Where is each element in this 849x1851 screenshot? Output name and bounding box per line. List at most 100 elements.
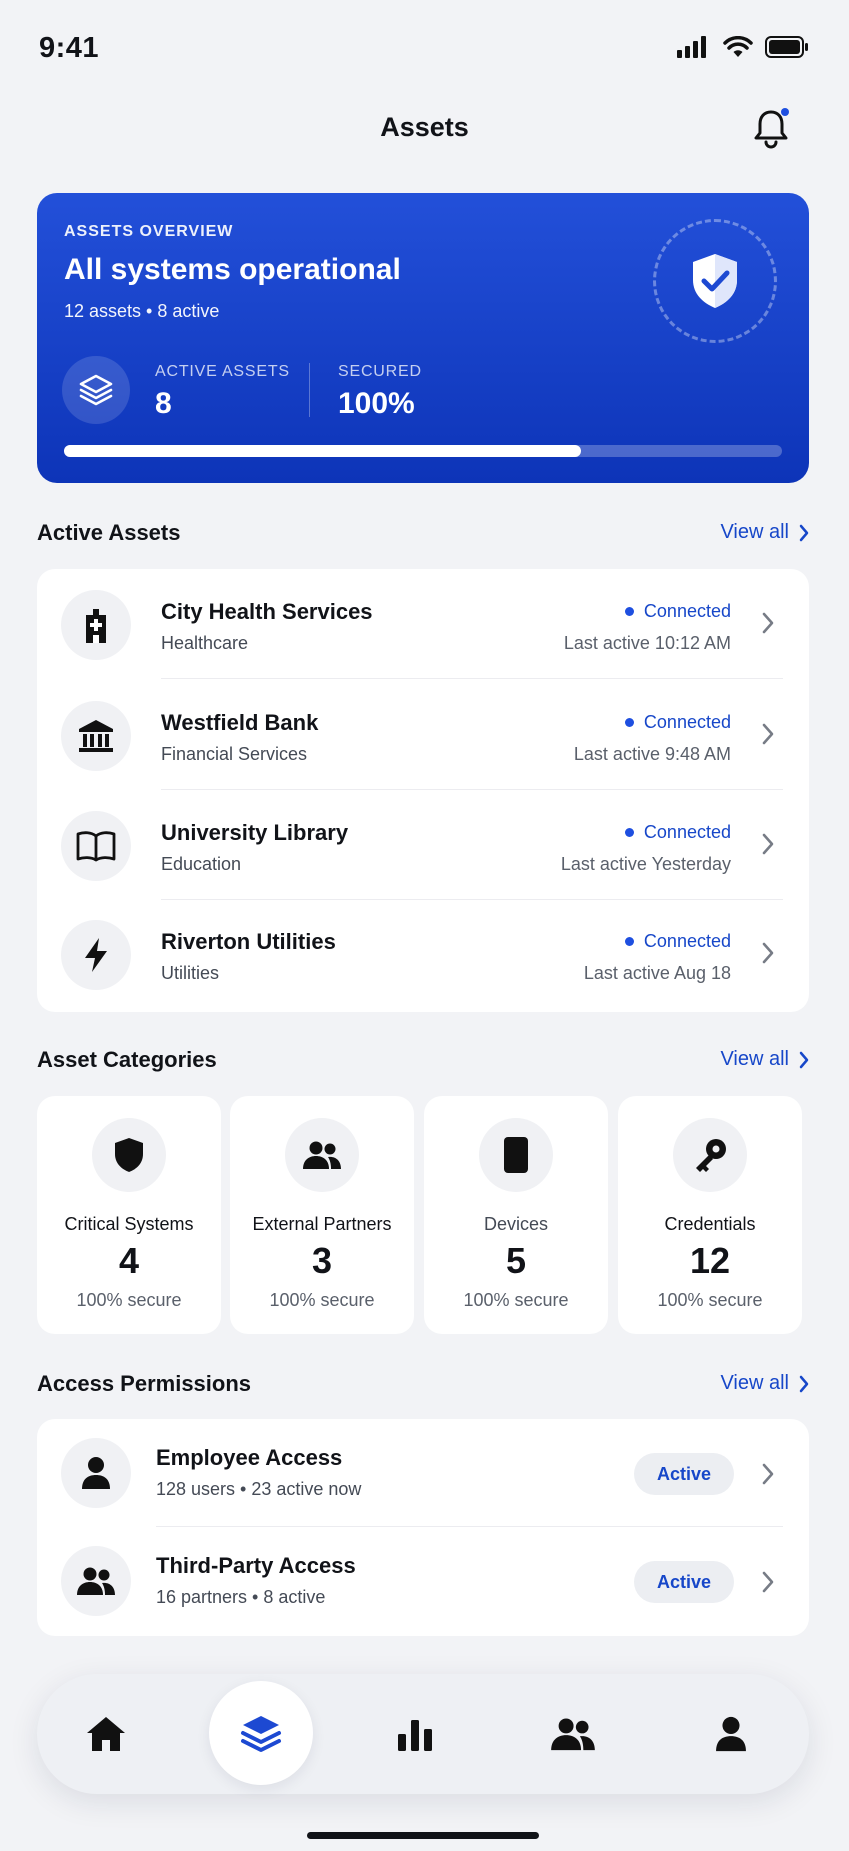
chevron-right-icon [762,723,774,745]
active-assets-title: Active Assets [37,520,181,545]
home-indicator [307,1832,539,1839]
asset-status-label: Connected [643,931,731,951]
tab-profile[interactable] [701,1704,761,1764]
category-card-critical-systems[interactable]: Critical Systems 4 100% secure [37,1096,221,1334]
chevron-right-icon [762,612,774,634]
battery-icon [765,36,808,58]
status-time: 9:41 [39,32,100,64]
category-icon-wrap [92,1118,166,1192]
active-assets-value: 8 [155,387,172,420]
hospital-icon [86,609,106,643]
asset-row-riverton-utilities[interactable]: Riverton Utilities Utilities Connected L… [37,899,809,1009]
assets-overview-card[interactable]: ASSETS OVERVIEW All systems operational … [37,193,809,483]
tab-home[interactable] [76,1704,136,1764]
tab-bar [37,1674,809,1794]
chevron-right-icon [762,1571,774,1593]
tab-analytics[interactable] [385,1704,445,1764]
permission-icon-wrap [61,1546,131,1616]
permission-name: Third-Party Access [156,1553,356,1578]
chevron-right-icon [799,1051,809,1068]
active-assets-list: City Health Services Healthcare Connecte… [37,569,809,1012]
layers-badge [62,356,130,424]
page-title: Assets [380,112,469,142]
asset-last-active: Last active Yesterday [560,854,731,874]
category-card-devices[interactable]: Devices 5 100% secure [424,1096,608,1334]
nav-header: Assets [0,100,849,156]
overview-title: All systems operational [64,253,401,286]
category-secure: 100% secure [269,1290,375,1310]
asset-status: Connected [624,931,731,952]
asset-name: City Health Services [161,599,373,624]
key-icon [696,1139,726,1172]
tab-assets[interactable] [209,1681,313,1785]
category-card-external-partners[interactable]: External Partners 3 100% secure [230,1096,414,1334]
asset-category: Financial Services [161,744,308,764]
view-all-label: View all [720,521,789,543]
book-icon [76,831,116,862]
chevron-right-icon [799,524,809,541]
wifi-icon [723,36,753,57]
category-name: Critical Systems [64,1214,194,1234]
active-assets-view-all[interactable]: View all [720,521,809,544]
tab-team[interactable] [543,1704,603,1764]
chevron-right-icon [799,1375,809,1392]
status-dot [624,828,634,837]
asset-last-active: Last active Aug 18 [583,963,731,983]
asset-category: Utilities [161,963,220,983]
status-icons [677,36,809,58]
layers-icon [79,374,113,406]
chevron-right-icon [762,942,774,964]
home-icon [87,1717,125,1751]
status-dot [624,718,634,727]
shield-check-icon [693,254,737,308]
notifications-button[interactable] [751,106,791,150]
asset-last-active: Last active 10:12 AM [563,633,731,653]
profile-icon [716,1716,746,1752]
signal-icon [677,36,706,58]
shield-icon [115,1138,143,1172]
group-icon [551,1718,595,1751]
bank-icon [79,720,113,752]
permission-sub: 16 partners • 8 active [156,1587,326,1607]
category-secure: 100% secure [76,1290,182,1310]
asset-status-label: Connected [643,712,731,732]
secured-value: 100% [338,387,415,420]
overview-eyebrow: ASSETS OVERVIEW [64,223,234,240]
asset-name: University Library [161,820,349,845]
overview-progress [64,445,782,457]
category-card-credentials[interactable]: Credentials 12 100% secure [618,1096,802,1334]
asset-category: Healthcare [161,633,249,653]
access-permissions-view-all[interactable]: View all [720,1372,809,1395]
notification-dot [781,108,789,116]
status-bar: 9:41 [0,0,849,100]
asset-name: Riverton Utilities [161,929,336,954]
status-badge: Active [634,1453,734,1495]
person-icon [82,1457,110,1489]
asset-category: Education [161,854,242,874]
permission-row-employee[interactable]: Employee Access 128 users • 23 active no… [37,1419,809,1527]
status-dot [624,937,634,946]
asset-status-label: Connected [643,601,731,621]
category-icon-wrap [285,1118,359,1192]
asset-row-westfield-bank[interactable]: Westfield Bank Financial Services Connec… [37,680,809,790]
asset-categories-view-all[interactable]: View all [720,1048,809,1071]
phone-icon [504,1137,528,1173]
layers-icon [241,1716,281,1752]
overview-progress-fill [64,445,581,457]
permission-sub: 128 users • 23 active now [156,1479,362,1499]
active-assets-label: ACTIVE ASSETS [155,363,290,380]
asset-icon-wrap [61,811,131,881]
category-name: External Partners [252,1214,392,1234]
view-all-label: View all [720,1372,789,1394]
asset-icon-wrap [61,590,131,660]
row-divider [161,678,783,679]
asset-status: Connected [624,822,731,843]
asset-row-university-library[interactable]: University Library Education Connected L… [37,790,809,900]
asset-name: Westfield Bank [161,710,319,735]
asset-categories-title: Asset Categories [37,1047,217,1072]
asset-row-city-health[interactable]: City Health Services Healthcare Connecte… [37,569,809,679]
security-badge [653,219,777,343]
permission-row-third-party[interactable]: Third-Party Access 16 partners • 8 activ… [37,1527,809,1635]
category-icon-wrap [673,1118,747,1192]
chart-icon [398,1720,432,1751]
